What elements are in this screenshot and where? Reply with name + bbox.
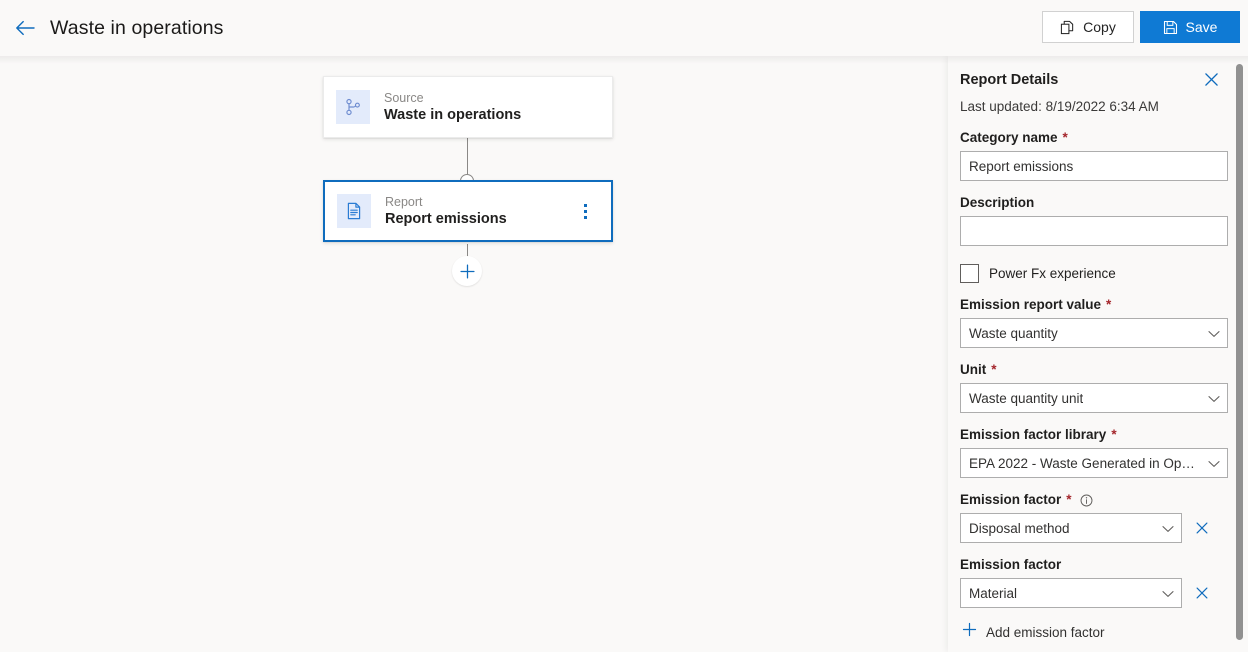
add-node-button[interactable]: [452, 256, 482, 286]
unit-selected: Waste quantity unit: [969, 390, 1084, 406]
command-bar: Waste in operations Copy Save: [0, 0, 1248, 64]
category-name-label-text: Category name: [960, 130, 1058, 145]
flow-node-report-text: Report Report emissions: [385, 195, 507, 228]
required-asterisk: *: [1111, 427, 1117, 443]
field-emission-factor-library: Emission factor library * EPA 2022 - Was…: [960, 426, 1228, 478]
power-fx-checkbox-row[interactable]: Power Fx experience: [960, 264, 1220, 283]
description-input[interactable]: [960, 216, 1228, 246]
add-emission-factor-button[interactable]: Add emission factor: [960, 622, 1105, 642]
field-emission-factor-1: Emission factor * Disposal method: [960, 491, 1220, 543]
category-name-label: Category name *: [960, 129, 1220, 147]
document-icon: [337, 194, 371, 228]
back-arrow-icon[interactable]: [14, 17, 36, 39]
unit-label: Unit *: [960, 361, 1220, 379]
save-button-label: Save: [1185, 19, 1218, 35]
emission-factor-2-dropdown[interactable]: Material: [960, 578, 1182, 608]
required-asterisk: *: [1066, 492, 1072, 508]
field-category-name: Category name * Report emissions: [960, 129, 1228, 181]
description-label: Description: [960, 194, 1220, 212]
description-label-text: Description: [960, 195, 1035, 210]
report-details-panel: Report Details Last updated: 8/19/2022 6…: [948, 56, 1248, 652]
app-root: Waste in operations Copy Save Source Was…: [0, 0, 1248, 652]
emission-factor-library-label-text: Emission factor library: [960, 427, 1107, 442]
emission-factor-library-dropdown[interactable]: EPA 2022 - Waste Generated in Opera...: [960, 448, 1228, 478]
remove-emission-factor-1-button[interactable]: [1190, 516, 1214, 540]
field-description: Description: [960, 194, 1228, 246]
unit-label-text: Unit: [960, 362, 987, 377]
emission-factor-1-selected: Disposal method: [969, 520, 1070, 536]
copy-icon: [1060, 20, 1075, 35]
category-name-input[interactable]: Report emissions: [960, 151, 1228, 181]
panel-scrollbar-thumb[interactable]: [1236, 64, 1243, 640]
branch-fork-icon: [336, 90, 370, 124]
field-emission-factor-2: Emission factor Material: [960, 556, 1220, 608]
more-dot: [583, 203, 587, 207]
power-fx-checkbox[interactable]: [960, 264, 979, 283]
field-unit: Unit * Waste quantity unit: [960, 361, 1228, 413]
chevron-down-icon: [1208, 326, 1220, 341]
chevron-down-icon: [1208, 391, 1220, 406]
add-emission-factor-label: Add emission factor: [986, 624, 1105, 640]
flow-node-report[interactable]: Report Report emissions: [323, 180, 613, 242]
field-emission-report-value: Emission report value * Waste quantity: [960, 296, 1228, 348]
save-button[interactable]: Save: [1140, 11, 1240, 43]
emission-factor-library-label: Emission factor library *: [960, 426, 1220, 444]
plus-icon: [962, 622, 977, 642]
flow-node-report-kicker: Report: [385, 194, 423, 209]
page-title: Waste in operations: [50, 16, 224, 39]
back-area: Waste in operations: [0, 17, 224, 40]
chevron-down-icon: [1208, 456, 1220, 471]
emission-report-value-label: Emission report value *: [960, 296, 1220, 314]
flow-node-source[interactable]: Source Waste in operations: [323, 76, 613, 138]
flow-canvas[interactable]: Source Waste in operations Report Report…: [0, 56, 948, 652]
more-vertical-icon[interactable]: [575, 200, 595, 222]
chevron-down-icon: [1162, 521, 1174, 536]
more-dot: [583, 209, 587, 213]
emission-factor-1-label: Emission factor *: [960, 491, 1220, 509]
emission-factor-2-label-text: Emission factor: [960, 557, 1062, 572]
copy-button-label: Copy: [1083, 19, 1116, 35]
last-updated-text: Last updated: 8/19/2022 6:34 AM: [960, 99, 1159, 114]
unit-dropdown[interactable]: Waste quantity unit: [960, 383, 1228, 413]
required-asterisk: *: [1106, 297, 1112, 313]
emission-report-value-selected: Waste quantity: [969, 325, 1058, 341]
command-bar-actions: Copy Save: [1042, 11, 1240, 43]
copy-button[interactable]: Copy: [1042, 11, 1134, 43]
flow-node-source-title: Waste in operations: [384, 106, 522, 123]
report-details-content: Report Details Last updated: 8/19/2022 6…: [948, 56, 1240, 652]
flow-node-source-kicker: Source: [384, 90, 424, 105]
panel-title: Report Details: [960, 72, 1059, 88]
remove-emission-factor-2-button[interactable]: [1190, 581, 1214, 605]
info-circle-icon[interactable]: [1080, 494, 1093, 507]
emission-factor-2-selected: Material: [969, 585, 1018, 601]
emission-factor-1-label-text: Emission factor: [960, 492, 1062, 507]
emission-factor-library-selected: EPA 2022 - Waste Generated in Opera...: [969, 455, 1202, 471]
more-dot: [583, 215, 587, 219]
panel-scrollbar-track[interactable]: [1236, 56, 1246, 652]
flow-node-report-title: Report emissions: [385, 210, 507, 227]
emission-factor-2-label: Emission factor: [960, 556, 1220, 574]
save-disk-icon: [1163, 20, 1178, 35]
close-icon[interactable]: [1200, 68, 1222, 90]
required-asterisk: *: [991, 362, 997, 378]
flow-node-source-text: Source Waste in operations: [384, 91, 521, 124]
emission-factor-1-dropdown[interactable]: Disposal method: [960, 513, 1182, 543]
chevron-down-icon: [1162, 586, 1174, 601]
required-asterisk: *: [1062, 130, 1068, 146]
emission-factor-1-row: Disposal method: [960, 513, 1220, 543]
power-fx-label: Power Fx experience: [989, 265, 1116, 281]
panel-header: Report Details: [960, 70, 1220, 90]
emission-report-value-label-text: Emission report value: [960, 297, 1102, 312]
emission-factor-2-row: Material: [960, 578, 1220, 608]
emission-report-value-dropdown[interactable]: Waste quantity: [960, 318, 1228, 348]
